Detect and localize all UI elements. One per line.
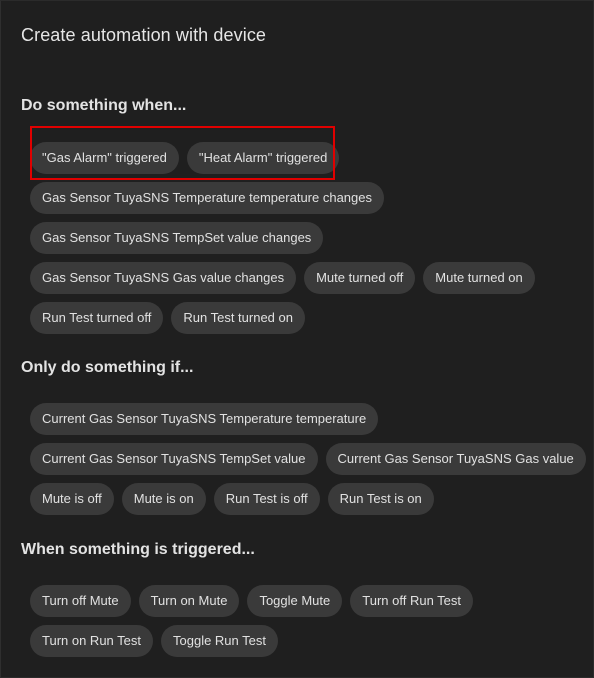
action-chip-turn-off-run-test[interactable]: Turn off Run Test: [350, 585, 474, 617]
trigger-chip-tempset-changes[interactable]: Gas Sensor TuyaSNS TempSet value changes: [30, 222, 324, 254]
action-chip-turn-off-mute[interactable]: Turn off Mute: [30, 585, 131, 617]
condition-chip-gas-value[interactable]: Current Gas Sensor TuyaSNS Gas value: [325, 443, 586, 475]
action-row-1: Turn off Mute Turn on Mute Toggle Mute T…: [30, 585, 474, 617]
condition-chip-run-test-off[interactable]: Run Test is off: [213, 483, 320, 515]
trigger-chip-run-test-off[interactable]: Run Test turned off: [30, 302, 164, 334]
actions-heading: When something is triggered...: [21, 541, 255, 558]
condition-row-3: Mute is off Mute is on Run Test is off R…: [30, 483, 434, 515]
action-chip-toggle-mute[interactable]: Toggle Mute: [247, 585, 343, 617]
trigger-chip-gas-alarm[interactable]: "Gas Alarm" triggered: [30, 142, 179, 174]
action-chip-turn-on-mute[interactable]: Turn on Mute: [138, 585, 240, 617]
action-chip-toggle-run-test[interactable]: Toggle Run Test: [161, 625, 278, 657]
condition-chip-temperature[interactable]: Current Gas Sensor TuyaSNS Temperature t…: [30, 403, 379, 435]
trigger-chip-heat-alarm[interactable]: "Heat Alarm" triggered: [186, 142, 340, 174]
trigger-row-4: Gas Sensor TuyaSNS Gas value changes Mut…: [30, 262, 535, 294]
condition-row-2: Current Gas Sensor TuyaSNS TempSet value…: [30, 443, 586, 475]
triggers-heading: Do something when...: [21, 97, 187, 114]
condition-chip-mute-off[interactable]: Mute is off: [30, 483, 114, 515]
trigger-row-5: Run Test turned off Run Test turned on: [30, 302, 305, 334]
trigger-row-2: Gas Sensor TuyaSNS Temperature temperatu…: [30, 182, 384, 214]
trigger-row-3: Gas Sensor TuyaSNS TempSet value changes: [30, 222, 324, 254]
trigger-chip-gas-value-changes[interactable]: Gas Sensor TuyaSNS Gas value changes: [30, 262, 297, 294]
trigger-chip-run-test-on[interactable]: Run Test turned on: [171, 302, 305, 334]
conditions-heading: Only do something if...: [21, 359, 194, 376]
trigger-chip-mute-off[interactable]: Mute turned off: [304, 262, 416, 294]
automation-dialog: Create automation with device Do somethi…: [0, 0, 594, 678]
action-row-2: Turn on Run Test Toggle Run Test: [30, 625, 278, 657]
condition-row-1: Current Gas Sensor TuyaSNS Temperature t…: [30, 403, 379, 435]
trigger-chip-temperature-changes[interactable]: Gas Sensor TuyaSNS Temperature temperatu…: [30, 182, 384, 214]
dialog-title: Create automation with device: [21, 25, 267, 45]
condition-chip-tempset[interactable]: Current Gas Sensor TuyaSNS TempSet value: [30, 443, 318, 475]
condition-chip-mute-on[interactable]: Mute is on: [121, 483, 206, 515]
trigger-row-1: "Gas Alarm" triggered "Heat Alarm" trigg…: [30, 142, 340, 174]
action-chip-turn-on-run-test[interactable]: Turn on Run Test: [30, 625, 153, 657]
trigger-chip-mute-on[interactable]: Mute turned on: [423, 262, 535, 294]
condition-chip-run-test-on[interactable]: Run Test is on: [327, 483, 434, 515]
